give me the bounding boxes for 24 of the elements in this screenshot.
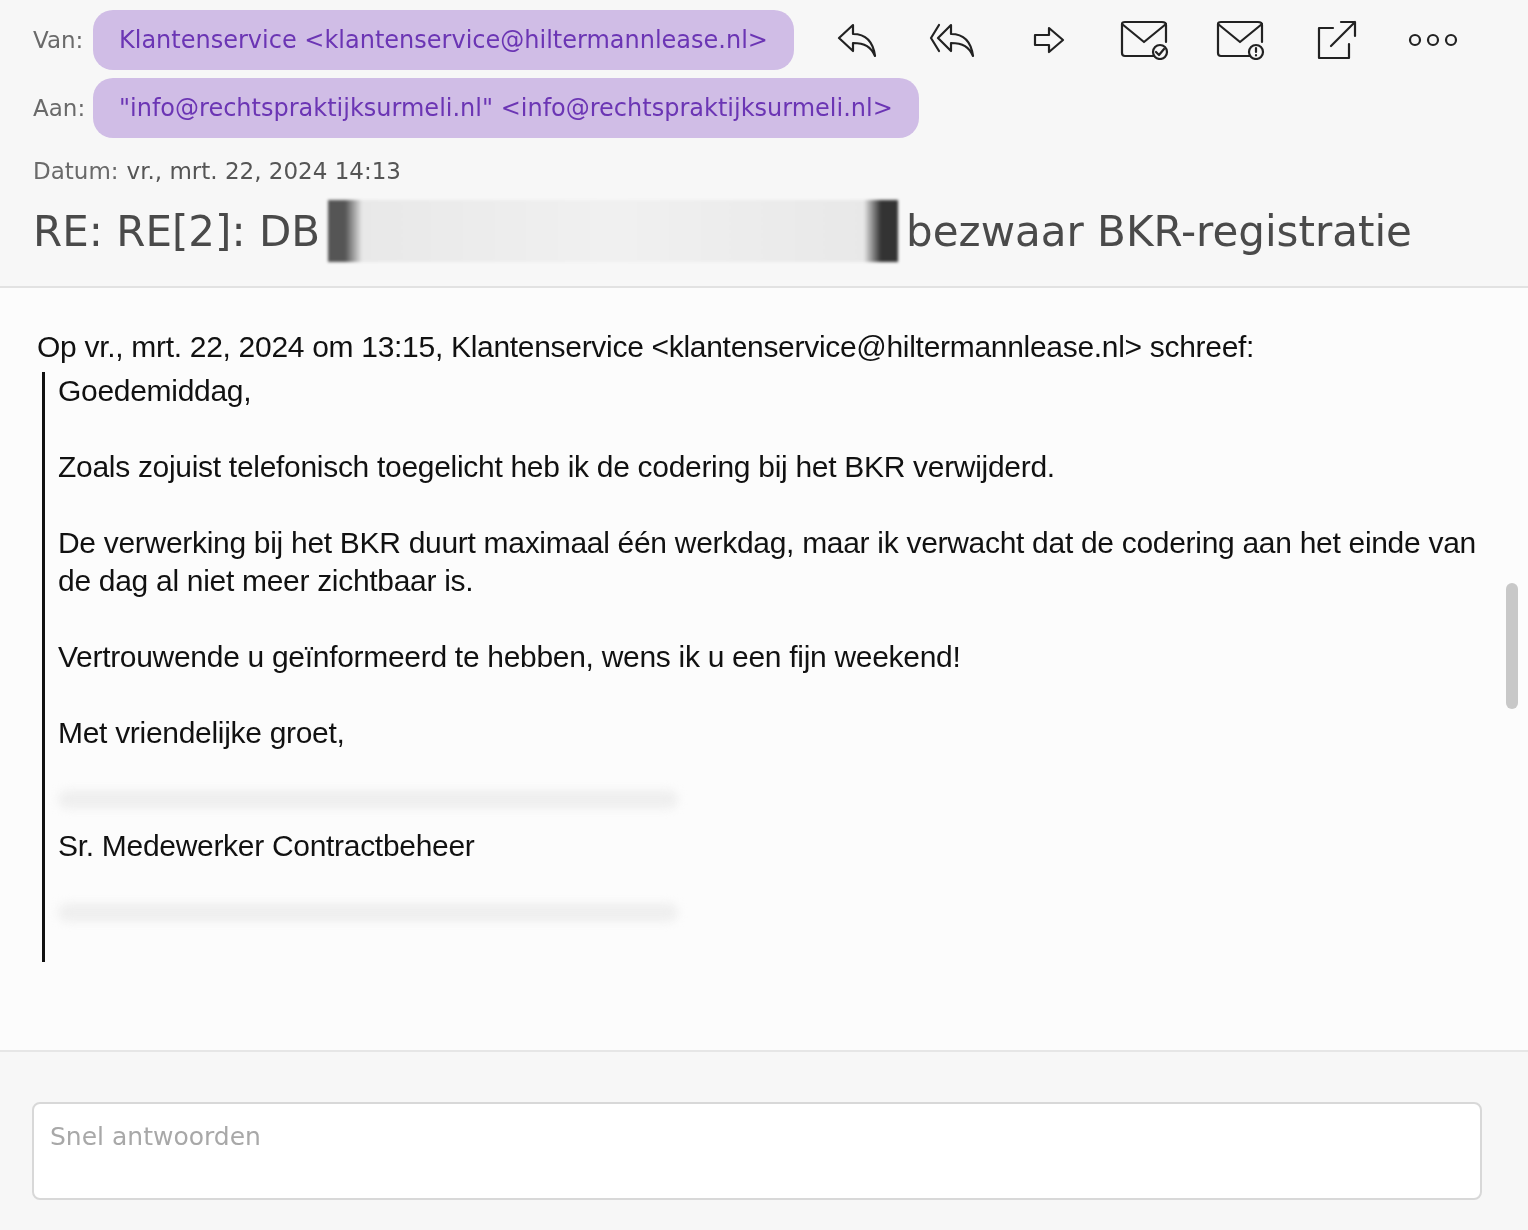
- message-paragraph: De verwerking bij het BKR duurt maximaal één werkdag, maar ik verwacht dat de codering aan het einde van de dag al niet meer zichtbaar is.: [58, 525, 1477, 599]
- quick-reply-field[interactable]: Snel antwoorden: [32, 1102, 1482, 1200]
- sender-chip[interactable]: Klantenservice <klantenservice@hiltermannlease.nl>: [93, 10, 794, 70]
- quote-header: Op vr., mrt. 22, 2024 om 13:15, Klantenservice <klantenservice@hiltermannlease.nl> schreef:: [37, 330, 1256, 364]
- date-label: Datum:: [33, 158, 119, 184]
- reply-all-icon: [928, 23, 977, 57]
- more-icon: [1407, 33, 1458, 47]
- message-paragraph: Zoals zojuist telefonisch toegelicht heb ik de codering bij het BKR verwijderd.: [58, 449, 1056, 485]
- date-value: vr., mrt. 22, 2024 14:13: [126, 158, 401, 184]
- message-paragraph: Goedemiddag,: [58, 373, 253, 409]
- to-label: Aan:: [33, 95, 85, 121]
- mail-alert-icon: [1215, 20, 1266, 60]
- message-paragraph: Met vriendelijke groet,: [58, 715, 346, 751]
- reply-icon: [836, 23, 877, 57]
- signature-line: Sr. Medewerker Contractbeheer: [58, 828, 476, 864]
- subject-text: RE: RE[2]: DB: [33, 206, 321, 256]
- forward-icon: [1032, 26, 1065, 54]
- scrollbar[interactable]: [1506, 583, 1518, 709]
- recipient-chip[interactable]: "info@rechtspraktijksurmeli.nl" <info@rechtspraktijksurmeli.nl>: [93, 78, 919, 138]
- external-link-icon: [1316, 20, 1357, 60]
- subject-text: bezwaar BKR-registratie: [906, 206, 1412, 256]
- mail-check-icon: [1119, 20, 1170, 60]
- from-label: Van:: [33, 27, 85, 53]
- message-paragraph: Vertrouwende u geïnformeerd te hebben, wens ik u een fijn weekend!: [58, 639, 962, 675]
